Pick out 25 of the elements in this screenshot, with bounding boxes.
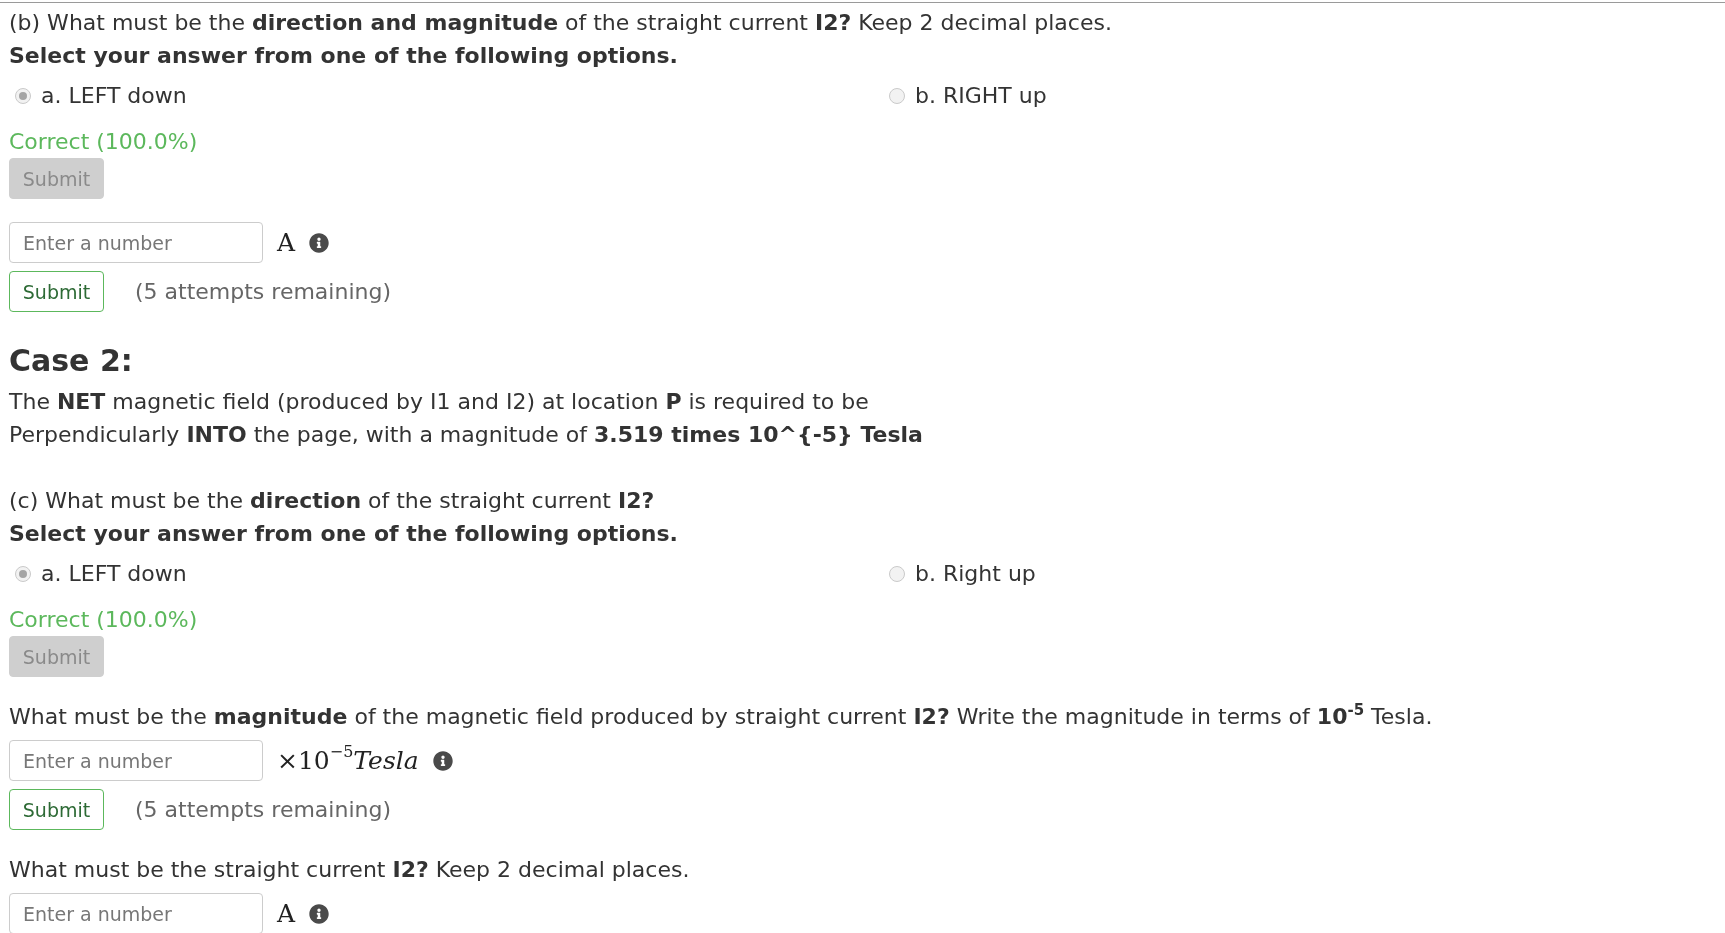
- question-text: (b) What must be the direction and magnitude of the straight current I2? Keep 2 decimal places. Select your answer from one of the following options.: [9, 9, 1112, 70]
- info-icon[interactable]: [309, 903, 330, 924]
- attempts-text: (5 attempts remaining): [135, 797, 391, 822]
- case-heading: Case 2:: [9, 342, 133, 380]
- number-input[interactable]: Enter a number: [9, 222, 263, 263]
- unit-label: ×10$^{−5}$Tesla: [277, 744, 419, 777]
- question-text: What must be the straight current I2? Keep 2 decimal places.: [9, 856, 690, 884]
- number-input[interactable]: Enter a number: [9, 740, 263, 781]
- unit-label: A: [277, 898, 296, 930]
- submit-button[interactable]: Submit: [9, 271, 104, 312]
- feedback-text: Correct (100.0%): [9, 128, 198, 156]
- info-icon[interactable]: [309, 232, 330, 253]
- number-input[interactable]: Enter a number: [9, 893, 263, 933]
- option-label: a. LEFT down: [41, 560, 187, 588]
- option-label: b. Right up: [915, 560, 1036, 588]
- question-text: What must be the magnitude of the magnetic field produced by straight current I2? Write the magnitude in terms of 10$^{-5}$ Tesla.: [9, 700, 1433, 731]
- option-label: b. RIGHT up: [915, 82, 1047, 110]
- paragraph-text: The NET magnetic field (produced by I1 and I2) at location P is required to be Perpendicularly INTO the page, with a magnitude of 3.519 times 10^{-5} Tesla: [9, 388, 923, 449]
- feedback-text: Correct (100.0%): [9, 606, 198, 634]
- unit-label: A: [277, 227, 296, 259]
- info-icon[interactable]: [432, 750, 453, 771]
- question-text: (c) What must be the direction of the straight current I2? Select your answer from one of the following options.: [9, 487, 678, 548]
- option-label: a. LEFT down: [41, 82, 187, 110]
- submit-button[interactable]: Submit: [9, 789, 104, 830]
- attempts-text: (5 attempts remaining): [135, 279, 391, 304]
